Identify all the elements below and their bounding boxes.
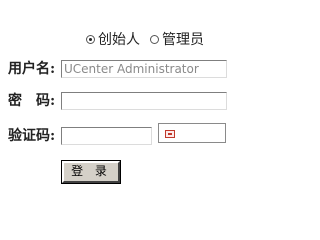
role-option-label: 管理员 [162, 32, 204, 48]
login-button[interactable]: 登 录 [61, 160, 121, 184]
password-label: 密 码: [8, 93, 56, 109]
password-input[interactable] [61, 92, 227, 110]
username-input[interactable]: UCenter Administrator [61, 60, 227, 78]
radio-unchecked-icon[interactable] [150, 34, 159, 44]
captcha-image[interactable] [158, 123, 226, 143]
role-option-label: 创始人 [98, 32, 140, 48]
role-option-admin[interactable]: 管理员 [150, 29, 204, 49]
radio-checked-icon[interactable] [86, 34, 95, 44]
username-label: 用户名: [8, 61, 56, 77]
role-option-founder[interactable]: 创始人 [86, 29, 140, 49]
broken-image-icon [165, 130, 175, 138]
role-selector: 创始人 管理员 [86, 30, 214, 48]
captcha-input[interactable] [61, 127, 152, 145]
captcha-label: 验证码: [8, 128, 56, 144]
